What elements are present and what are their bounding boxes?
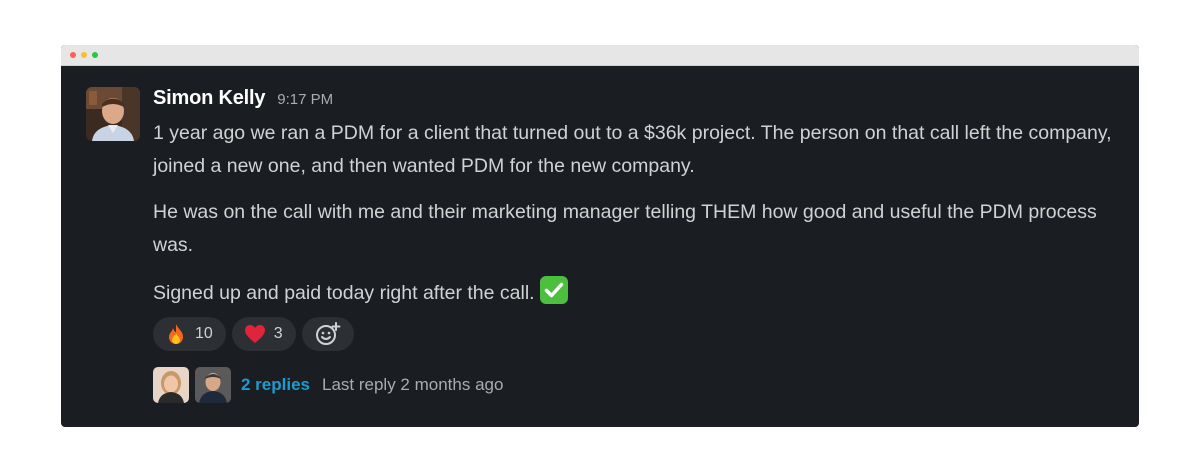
avatar[interactable] xyxy=(86,87,140,141)
thread-summary[interactable]: 2 replies Last reply 2 months ago xyxy=(153,367,1119,403)
add-reaction-icon xyxy=(315,322,341,345)
window-titlebar xyxy=(61,45,1139,66)
slack-window: Simon Kelly 9:17 PM 1 year ago we ran a … xyxy=(61,45,1139,427)
add-reaction-button[interactable] xyxy=(301,317,354,351)
reaction-count: 10 xyxy=(195,325,213,342)
red-heart-icon xyxy=(244,325,265,343)
message-body: Simon Kelly 9:17 PM 1 year ago we ran a … xyxy=(153,87,1119,403)
message-paragraph: He was on the call with me and their mar… xyxy=(153,201,1097,256)
reaction-heart[interactable]: 3 xyxy=(231,317,296,351)
message-paragraph: Signed up and paid today right after the… xyxy=(153,275,1119,310)
message-paragraph: 1 year ago we ran a PDM for a client tha… xyxy=(153,122,1112,177)
reactions-bar: 10 3 xyxy=(153,317,1119,351)
message-timestamp[interactable]: 9:17 PM xyxy=(277,91,333,108)
reaction-count: 3 xyxy=(273,325,283,342)
white-check-mark-icon xyxy=(539,276,568,304)
maximize-window-button[interactable] xyxy=(92,52,98,58)
fire-icon xyxy=(169,324,183,344)
reply-avatar xyxy=(195,367,231,403)
reply-avatar xyxy=(153,367,189,403)
message-paragraph-text: Signed up and paid today right after the… xyxy=(153,282,535,304)
message-header: Simon Kelly 9:17 PM xyxy=(153,87,1119,113)
last-reply-time: Last reply 2 months ago xyxy=(322,375,504,394)
minimize-window-button[interactable] xyxy=(81,52,87,58)
author-name[interactable]: Simon Kelly xyxy=(153,87,265,110)
reaction-fire[interactable]: 10 xyxy=(153,317,226,351)
close-window-button[interactable] xyxy=(70,52,76,58)
replies-link[interactable]: 2 replies xyxy=(241,375,310,395)
